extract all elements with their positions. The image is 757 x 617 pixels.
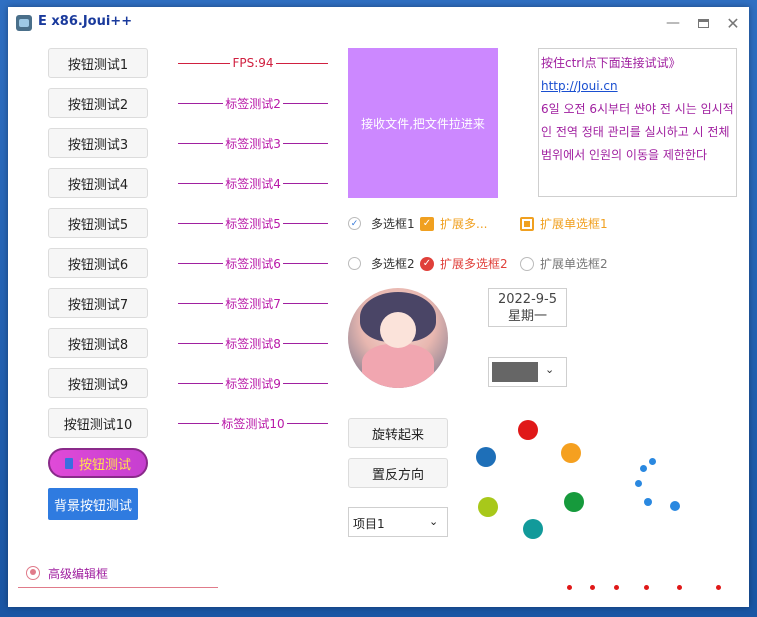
test-label-5: 标签测试5 <box>178 216 329 231</box>
window-title: E x86.Joui++ <box>38 14 133 29</box>
user-icon <box>26 566 40 580</box>
unchecked-icon <box>348 257 361 270</box>
close-icon[interactable]: ✕ <box>723 13 743 33</box>
rich-text-link[interactable]: http://Joui.cn <box>541 75 734 98</box>
test-label-6: 标签测试6 <box>178 256 329 271</box>
maximize-icon[interactable] <box>693 13 713 33</box>
reverse-direction-button[interactable]: 置反方向 <box>348 458 448 488</box>
weekday-text: 星期一 <box>507 309 547 324</box>
ext-checkbox-1[interactable]: ✓ 扩展多... <box>420 215 487 232</box>
app-icon <box>16 15 32 31</box>
ext-radio-1-label: 扩展单选框1 <box>540 217 608 231</box>
test-button-8[interactable]: 按钮测试8 <box>48 328 148 358</box>
background-test-button[interactable]: 背景按钮测试 <box>48 488 138 520</box>
test-button-5[interactable]: 按钮测试5 <box>48 208 148 238</box>
radio-square-icon <box>520 216 534 231</box>
test-button-2[interactable]: 按钮测试2 <box>48 88 148 118</box>
spinner-dot <box>564 492 584 512</box>
minimize-icon[interactable]: — <box>663 13 683 33</box>
progress-dot <box>644 585 649 590</box>
color-swatch <box>492 362 538 382</box>
progress-dot <box>614 585 619 590</box>
phone-icon <box>64 457 73 469</box>
test-label-8: 标签测试8 <box>178 336 329 351</box>
test-button-6[interactable]: 按钮测试6 <box>48 248 148 278</box>
advanced-edit-placeholder: 高级编辑框 <box>48 567 109 581</box>
test-label-10: 标签测试10 <box>178 416 328 431</box>
test-label-2: 标签测试2 <box>178 96 329 111</box>
pill-test-button[interactable]: 按钮测试 <box>48 448 148 478</box>
date-display[interactable]: 2022-9-5 星期一 <box>488 288 567 327</box>
progress-dot <box>567 585 572 590</box>
main-window: E x86.Joui++ — ✕ 按钮测试1 按钮测试2 按钮测试3 按钮测试4… <box>8 7 749 607</box>
spinner-dot <box>476 447 496 467</box>
file-drop-zone[interactable]: 接收文件,把文件拉进来 <box>348 48 498 198</box>
ext-checkbox-2-label: 扩展多选框2 <box>440 257 508 271</box>
spinner-dot <box>640 465 647 472</box>
rich-text-body: 6일 오전 6시부터 쌴야 전 시는 임시적인 전역 정태 관리를 실시하고 시… <box>541 102 734 162</box>
checkbox-2-label: 多选框2 <box>371 257 415 271</box>
item-combobox[interactable]: 项目1 ⌄ <box>348 507 448 537</box>
test-label-4: 标签测试4 <box>178 176 329 191</box>
test-label-3: 标签测试3 <box>178 136 329 151</box>
spinner-dot <box>670 501 680 511</box>
ext-checkbox-2[interactable]: ✓ 扩展多选框2 <box>420 255 508 272</box>
checkbox-1-label: 多选框1 <box>371 217 415 231</box>
check-icon: ✓ <box>348 217 361 230</box>
advanced-edit-box[interactable]: 高级编辑框 <box>18 563 218 588</box>
spinner-dot <box>518 420 538 440</box>
ext-radio-2[interactable]: 扩展单选框2 <box>520 255 608 272</box>
ext-checkbox-1-label: 扩展多... <box>440 217 488 231</box>
spinner-dot <box>635 480 642 487</box>
progress-dot <box>716 585 721 590</box>
test-button-7[interactable]: 按钮测试7 <box>48 288 148 318</box>
radio-empty-icon <box>520 256 534 271</box>
date-text: 2022-9-5 <box>497 292 557 307</box>
chevron-down-icon: ⌄ <box>429 515 439 528</box>
rich-text-box[interactable]: 按住ctrl点下面连接试试》 http://Joui.cn 6일 오전 6시부터… <box>538 48 737 197</box>
spinner-dot <box>523 519 543 539</box>
progress-dot <box>590 585 595 590</box>
test-button-4[interactable]: 按钮测试4 <box>48 168 148 198</box>
rich-text-hint: 按住ctrl点下面连接试试》 <box>541 56 681 70</box>
title-bar[interactable]: E x86.Joui++ — ✕ <box>8 7 749 39</box>
combo-value: 项目1 <box>353 517 385 531</box>
checkbox-2[interactable]: 多选框2 <box>348 255 415 272</box>
progress-dot <box>677 585 682 590</box>
test-label-9: 标签测试9 <box>178 376 329 391</box>
check-icon: ✓ <box>420 256 434 271</box>
spinner-dot <box>649 458 656 465</box>
spinner-dot <box>644 498 652 506</box>
test-label-7: 标签测试7 <box>178 296 329 311</box>
avatar-image <box>348 288 448 388</box>
spinner-dot <box>561 443 581 463</box>
pill-button-label: 按钮测试 <box>78 457 131 473</box>
test-button-1[interactable]: 按钮测试1 <box>48 48 148 78</box>
checkbox-1[interactable]: ✓ 多选框1 <box>348 215 415 232</box>
chevron-down-icon: ⌄ <box>545 363 555 376</box>
color-picker[interactable]: ⌄ <box>488 357 567 387</box>
check-icon: ✓ <box>420 216 434 231</box>
rotate-button[interactable]: 旋转起来 <box>348 418 448 448</box>
test-button-3[interactable]: 按钮测试3 <box>48 128 148 158</box>
fps-label: FPS:94 <box>178 56 329 70</box>
test-button-9[interactable]: 按钮测试9 <box>48 368 148 398</box>
ext-radio-2-label: 扩展单选框2 <box>540 257 608 271</box>
test-button-10[interactable]: 按钮测试10 <box>48 408 148 438</box>
spinner-dot <box>478 497 498 517</box>
ext-radio-1[interactable]: 扩展单选框1 <box>520 215 608 232</box>
